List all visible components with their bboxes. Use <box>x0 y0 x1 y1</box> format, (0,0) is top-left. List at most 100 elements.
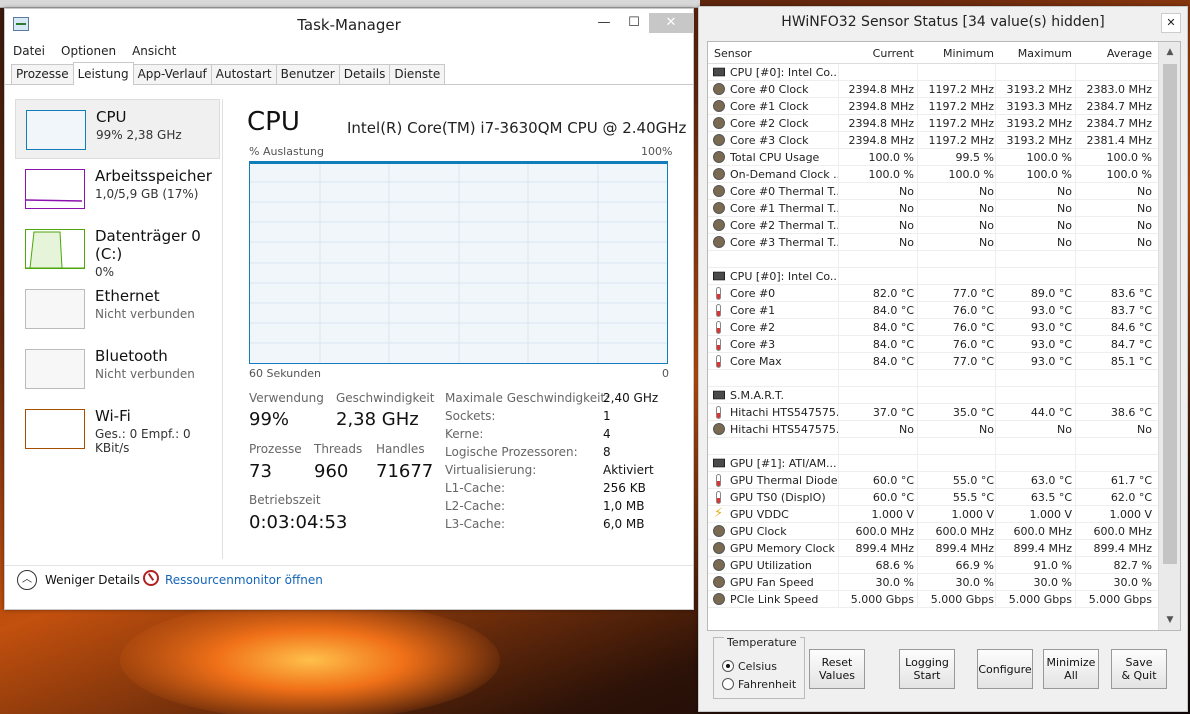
hwinfo-window: HWiNFO32 Sensor Status [34 value(s) hidd… <box>698 6 1188 712</box>
sidebar-item-bluetooth[interactable]: Bluetooth Nicht verbunden <box>15 339 220 399</box>
sensor-row[interactable]: Core #0 82.0 °C 77.0 °C 89.0 °C 83.6 °C <box>708 285 1158 302</box>
tab-prozesse[interactable]: Prozesse <box>11 64 74 84</box>
sensor-row[interactable]: Core #3 Clock 2394.8 MHz 1197.2 MHz 3193.2 … <box>708 132 1158 149</box>
sensor-row[interactable]: Core #3 Thermal T... No No No No <box>708 234 1158 251</box>
tab-dienste[interactable]: Dienste <box>389 64 446 84</box>
close-icon[interactable]: ✕ <box>1161 13 1181 33</box>
sensor-row[interactable]: Core #3 84.0 °C 76.0 °C 93.0 °C 84.7 °C <box>708 336 1158 353</box>
column-divider <box>995 132 996 149</box>
sensor-row[interactable]: GPU Utilization 68.6 % 66.9 % 91.0 % 82.7 % <box>708 557 1158 574</box>
sensor-row[interactable]: GPU Clock 600.0 MHz 600.0 MHz 600.0 MHz 600.… <box>708 523 1158 540</box>
resource-monitor-icon[interactable] <box>143 570 159 586</box>
graph-time-label: 60 Sekunden <box>249 367 321 380</box>
column-header-sensor[interactable]: Sensor <box>714 47 752 60</box>
celsius-radio[interactable] <box>722 660 734 672</box>
scrollbar[interactable]: ▲ ▼ <box>1158 42 1180 630</box>
reset-values-button[interactable]: Reset Values <box>809 649 865 689</box>
tab-app-verlauf[interactable]: App-Verlauf <box>132 64 212 84</box>
minimum-value: No <box>979 185 994 198</box>
tab-leistung[interactable]: Leistung <box>72 62 134 85</box>
save-quit-button[interactable]: Save & Quit <box>1111 649 1167 689</box>
sidebar-item-ethernet[interactable]: Ethernet Nicht verbunden <box>15 279 220 339</box>
sensor-group-row[interactable]: GPU [#1]: ATI/AM... <box>708 455 1158 472</box>
sensor-row[interactable]: Core Max 84.0 °C 77.0 °C 93.0 °C 85.1 °C <box>708 353 1158 370</box>
minimum-value: 76.0 °C <box>952 304 994 317</box>
fahrenheit-radio[interactable] <box>722 678 734 690</box>
sensor-row[interactable]: PCIe Link Speed 5.000 Gbps 5.000 Gbps 5.000… <box>708 591 1158 608</box>
column-divider <box>917 540 918 557</box>
sensor-row[interactable]: Hitachi HTS547575... No No No No <box>708 421 1158 438</box>
sensor-table-header: Sensor Current Minimum Maximum Average <box>708 42 1158 64</box>
resource-monitor-link[interactable]: Ressourcenmonitor öffnen <box>165 573 323 587</box>
maximize-icon[interactable]: ☐ <box>619 13 649 33</box>
sensor-row[interactable]: On-Demand Clock ... 100.0 % 100.0 % 100.0 %… <box>708 166 1158 183</box>
spec-value: 256 KB <box>603 481 646 495</box>
sensor-row[interactable]: GPU Fan Speed 30.0 % 30.0 % 30.0 % 30.0 % <box>708 574 1158 591</box>
close-icon[interactable]: ✕ <box>649 13 693 33</box>
tab-benutzer[interactable]: Benutzer <box>275 64 340 84</box>
sensor-name: GPU Thermal Diode <box>730 474 838 487</box>
sensor-row[interactable]: GPU TS0 (DispIO) 60.0 °C 55.5 °C 63.5 °C 62.… <box>708 489 1158 506</box>
menu-optionen[interactable]: Optionen <box>61 44 116 58</box>
current-value: 2394.8 MHz <box>848 100 914 113</box>
column-header-maximum[interactable]: Maximum <box>1018 47 1072 60</box>
sidebar-item-cpu[interactable]: CPU 99% 2,38 GHz <box>15 99 220 159</box>
minimize-all-button[interactable]: Minimize All <box>1043 649 1099 689</box>
sensor-row[interactable]: Hitachi HTS547575... 37.0 °C 35.0 °C 44.0 °… <box>708 404 1158 421</box>
sensor-row[interactable]: GPU Memory Clock 899.4 MHz 899.4 MHz 899.4 … <box>708 540 1158 557</box>
sensor-row[interactable]: Core #2 Clock 2394.8 MHz 1197.2 MHz 3193.2 … <box>708 115 1158 132</box>
sensor-row[interactable]: Core #1 84.0 °C 76.0 °C 93.0 °C 83.7 °C <box>708 302 1158 319</box>
column-header-minimum[interactable]: Minimum <box>943 47 994 60</box>
sensor-row[interactable]: Core #1 Clock 2394.8 MHz 1197.2 MHz 3193.3 … <box>708 98 1158 115</box>
configure-button[interactable]: Configure <box>977 649 1033 689</box>
sensor-row[interactable]: Core #0 Clock 2394.8 MHz 1197.2 MHz 3193.2 … <box>708 81 1158 98</box>
current-value: 5.000 Gbps <box>850 593 914 606</box>
chevron-up-icon[interactable]: ︿ <box>17 570 37 590</box>
tab-autostart[interactable]: Autostart <box>210 64 277 84</box>
sensor-row[interactable]: Core #2 Thermal T... No No No No <box>708 217 1158 234</box>
sensor-row[interactable]: ⚡ GPU VDDC 1.000 V 1.000 V 1.000 V 1.000 V <box>708 506 1158 523</box>
scroll-down-icon[interactable]: ▼ <box>1162 612 1178 628</box>
maximum-value: 3193.3 MHz <box>1006 100 1072 113</box>
sensor-row[interactable]: Core #2 84.0 °C 76.0 °C 93.0 °C 84.6 °C <box>708 319 1158 336</box>
scrollbar-thumb[interactable] <box>1163 64 1177 564</box>
column-header-average[interactable]: Average <box>1107 47 1152 60</box>
scroll-up-icon[interactable]: ▲ <box>1162 44 1178 60</box>
maximum-value: 100.0 % <box>1026 168 1072 181</box>
sensor-row[interactable] <box>708 438 1158 455</box>
sensor-row[interactable] <box>708 370 1158 387</box>
task-manager-titlebar[interactable]: Task-Manager — ☐ ✕ <box>5 9 693 41</box>
menu-datei[interactable]: Datei <box>13 44 45 58</box>
column-divider <box>838 149 839 166</box>
average-value: 61.7 °C <box>1110 474 1152 487</box>
hwinfo-titlebar[interactable]: HWiNFO32 Sensor Status [34 value(s) hidd… <box>699 7 1187 37</box>
sensor-row[interactable] <box>708 251 1158 268</box>
menu-ansicht[interactable]: Ansicht <box>132 44 176 58</box>
sidebar-item-label: Datenträger 0 (C:) <box>95 227 201 263</box>
column-divider <box>917 302 918 319</box>
average-value: 83.6 °C <box>1110 287 1152 300</box>
window-title: Task-Manager <box>297 16 401 34</box>
sensor-row[interactable]: Core #0 Thermal T... No No No No <box>708 183 1158 200</box>
sensor-group-row[interactable]: CPU [#0]: Intel Co... <box>708 268 1158 285</box>
sensor-row[interactable]: GPU Thermal Diode 60.0 °C 55.0 °C 63.0 °C 61… <box>708 472 1158 489</box>
sensor-row[interactable]: Total CPU Usage 100.0 % 99.5 % 100.0 % 100.0… <box>708 149 1158 166</box>
minimize-icon[interactable]: — <box>589 13 619 33</box>
sidebar-item-wifi[interactable]: Wi-Fi Ges.: 0 Empf.: 0 KBit/s <box>15 399 220 459</box>
sensor-row[interactable]: Core #1 Thermal T... No No No No <box>708 200 1158 217</box>
sidebar-item-datentraeger[interactable]: Datenträger 0 (C:) 0% <box>15 219 220 279</box>
column-divider <box>995 319 996 336</box>
stat-value-prozesse: 73 <box>249 461 272 482</box>
fewer-details-link[interactable]: Weniger Details <box>45 573 140 587</box>
column-divider <box>1075 489 1076 506</box>
tab-details[interactable]: Details <box>338 64 391 84</box>
column-divider <box>838 268 839 285</box>
column-divider <box>917 81 918 98</box>
sensor-name: Core #0 <box>730 287 776 300</box>
logging-start-button[interactable]: Logging Start <box>899 649 955 689</box>
sensor-group-row[interactable]: S.M.A.R.T. <box>708 387 1158 404</box>
sidebar-item-arbeitsspeicher[interactable]: Arbeitsspeicher 1,0/5,9 GB (17%) <box>15 159 220 219</box>
sensor-group-row[interactable]: CPU [#0]: Intel Co... <box>708 64 1158 81</box>
column-header-current[interactable]: Current <box>873 47 914 60</box>
maximum-value: 3193.2 MHz <box>1006 83 1072 96</box>
